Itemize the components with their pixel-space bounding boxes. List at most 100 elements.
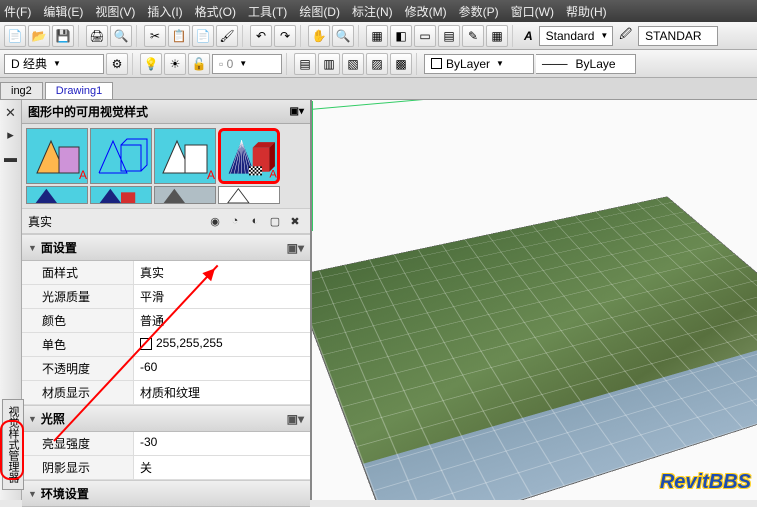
cut-icon[interactable]: ✂ bbox=[144, 25, 166, 47]
visual-style-thumbnails: A A A bbox=[22, 124, 310, 208]
export-icon[interactable]: ▢ bbox=[266, 212, 284, 230]
visual-styles-palette: 图形中的可用视觉样式 ▣▾ A A A 真实 ◉ ◔ ◐ bbox=[22, 100, 312, 500]
lock-icon[interactable]: 🔓 bbox=[188, 53, 210, 75]
menu-window[interactable]: 窗口(W) bbox=[511, 3, 554, 20]
palette-vertical-tab[interactable]: 视觉样式管理器 bbox=[2, 399, 24, 490]
svg-text:A: A bbox=[269, 168, 277, 180]
style-thumb-partial-1[interactable] bbox=[26, 186, 88, 204]
save-icon[interactable]: 💾 bbox=[52, 25, 74, 47]
document-tabs: ing2 Drawing1 bbox=[0, 78, 757, 100]
chevron-down-icon: ▼ bbox=[53, 59, 61, 68]
dim-style-icon: 🖉 bbox=[619, 25, 632, 46]
redo-icon[interactable]: ↷ bbox=[274, 25, 296, 47]
apply-icon[interactable]: ◉ bbox=[206, 212, 224, 230]
style-thumb-2dwireframe[interactable]: A bbox=[26, 128, 88, 184]
prop-face-style-value[interactable]: 真实 bbox=[134, 261, 310, 284]
gear-icon[interactable]: ⚙ bbox=[106, 53, 128, 75]
match-icon[interactable]: 🖌 bbox=[216, 25, 238, 47]
section-environment[interactable]: ▼ 环境设置 bbox=[22, 480, 310, 507]
layer-walk-icon[interactable]: ▩ bbox=[390, 53, 412, 75]
terrain-surface bbox=[312, 196, 757, 500]
prop-color-value[interactable]: 普通 bbox=[134, 309, 310, 332]
dim-style-combo[interactable]: STANDAR bbox=[638, 26, 718, 46]
paste-icon[interactable]: 📄 bbox=[192, 25, 214, 47]
menu-icon[interactable]: ▬ bbox=[2, 148, 20, 166]
palette-title: 图形中的可用视觉样式 bbox=[28, 103, 148, 120]
copy-style-icon[interactable]: ◐ bbox=[246, 212, 264, 230]
section-face[interactable]: ▼ 面设置 ▣▾ bbox=[22, 234, 310, 261]
style-thumb-partial-4[interactable] bbox=[218, 186, 280, 204]
prop-material-value[interactable]: 材质和纹理 bbox=[134, 381, 310, 404]
preview-icon[interactable]: 🔍 bbox=[110, 25, 132, 47]
chevron-down-icon: ▼ bbox=[28, 489, 37, 499]
design-icon[interactable]: ◧ bbox=[390, 25, 412, 47]
prop-mono-value[interactable]: 255,255,255 bbox=[134, 333, 310, 356]
menu-tools[interactable]: 工具(T) bbox=[248, 3, 287, 20]
menu-draw[interactable]: 绘图(D) bbox=[299, 3, 340, 20]
copy-icon[interactable]: 📋 bbox=[168, 25, 190, 47]
close-icon[interactable]: ✕ bbox=[2, 104, 20, 122]
layer-bulb-icon[interactable]: 💡 bbox=[140, 53, 162, 75]
layer-status-combo[interactable]: ▫ 0▼ bbox=[212, 54, 282, 74]
pin-icon[interactable]: ▸ bbox=[2, 126, 20, 144]
tab-drawing1[interactable]: Drawing1 bbox=[45, 82, 113, 99]
tab-drawing2[interactable]: ing2 bbox=[0, 82, 43, 99]
prop-opacity-value[interactable]: -60 bbox=[134, 357, 310, 380]
chevron-down-icon: ▼ bbox=[239, 59, 247, 68]
prop-highlight-label: 亮显强度 bbox=[22, 432, 134, 455]
layer-match-icon[interactable]: ▨ bbox=[366, 53, 388, 75]
style-thumb-realistic[interactable]: A bbox=[218, 128, 280, 184]
print-icon[interactable]: 🖨 bbox=[86, 25, 108, 47]
section-lighting[interactable]: ▼ 光照 ▣▾ bbox=[22, 405, 310, 432]
delete-icon[interactable]: ✖ bbox=[286, 212, 304, 230]
axis-x bbox=[312, 100, 511, 110]
linetype-combo[interactable]: ───ByLaye bbox=[536, 54, 636, 74]
menu-file[interactable]: 件(F) bbox=[4, 3, 31, 20]
menu-params[interactable]: 参数(P) bbox=[459, 3, 499, 20]
terrain-grid bbox=[312, 197, 757, 500]
chevron-down-icon: ▼ bbox=[28, 414, 37, 424]
text-style-combo[interactable]: Standard▼ bbox=[539, 26, 614, 46]
style-thumb-hidden[interactable]: A bbox=[154, 128, 216, 184]
new-style-icon[interactable]: ◔ bbox=[226, 212, 244, 230]
menu-help[interactable]: 帮助(H) bbox=[566, 3, 607, 20]
calc-icon[interactable]: ▦ bbox=[486, 25, 508, 47]
menu-insert[interactable]: 插入(I) bbox=[147, 3, 182, 20]
zoom-icon[interactable]: 🔍 bbox=[332, 25, 354, 47]
3d-viewport[interactable]: RevitBBS bbox=[312, 100, 757, 500]
prop-shadow-value[interactable]: 关 bbox=[134, 456, 310, 479]
layer-states-icon[interactable]: ▤ bbox=[294, 53, 316, 75]
menu-modify[interactable]: 修改(M) bbox=[405, 3, 447, 20]
undo-icon[interactable]: ↶ bbox=[250, 25, 272, 47]
section-gear-icon[interactable]: ▣▾ bbox=[287, 412, 304, 426]
pan-icon[interactable]: ✋ bbox=[308, 25, 330, 47]
style-thumb-partial-3[interactable] bbox=[154, 186, 216, 204]
style-thumb-3dwireframe[interactable] bbox=[90, 128, 152, 184]
new-icon[interactable]: 📄 bbox=[4, 25, 26, 47]
menu-edit[interactable]: 编辑(E) bbox=[43, 3, 83, 20]
layer-prev-icon[interactable]: ▧ bbox=[342, 53, 364, 75]
collapse-icon[interactable]: ▣▾ bbox=[290, 106, 304, 117]
prop-light-quality-value[interactable]: 平滑 bbox=[134, 285, 310, 308]
tool-palette-icon[interactable]: ▭ bbox=[414, 25, 436, 47]
section-gear-icon[interactable]: ▣▾ bbox=[287, 241, 304, 255]
palette-title-bar: 图形中的可用视觉样式 ▣▾ bbox=[22, 100, 310, 124]
sun-icon[interactable]: ☀ bbox=[164, 53, 186, 75]
open-icon[interactable]: 📂 bbox=[28, 25, 50, 47]
layer-iso-icon[interactable]: ▥ bbox=[318, 53, 340, 75]
prop-highlight-value[interactable]: -30 bbox=[134, 432, 310, 455]
prop-light-quality-label: 光源质量 bbox=[22, 285, 134, 308]
menu-dimension[interactable]: 标注(N) bbox=[352, 3, 393, 20]
style-thumb-partial-2[interactable] bbox=[90, 186, 152, 204]
markup-icon[interactable]: ✎ bbox=[462, 25, 484, 47]
toolbar-1: 📄 📂 💾 🖨 🔍 ✂ 📋 📄 🖌 ↶ ↷ ✋ 🔍 ▦ ◧ ▭ ▤ ✎ ▦ A … bbox=[0, 22, 757, 50]
menu-format[interactable]: 格式(O) bbox=[195, 3, 236, 20]
menu-view[interactable]: 视图(V) bbox=[95, 3, 135, 20]
props-icon[interactable]: ▦ bbox=[366, 25, 388, 47]
svg-text:A: A bbox=[207, 168, 215, 182]
workspace-combo[interactable]: D 经典▼ bbox=[4, 54, 104, 74]
sheet-icon[interactable]: ▤ bbox=[438, 25, 460, 47]
color-swatch-icon bbox=[140, 338, 152, 350]
watermark: RevitBBS bbox=[660, 471, 751, 494]
color-combo[interactable]: ByLayer▼ bbox=[424, 54, 534, 74]
